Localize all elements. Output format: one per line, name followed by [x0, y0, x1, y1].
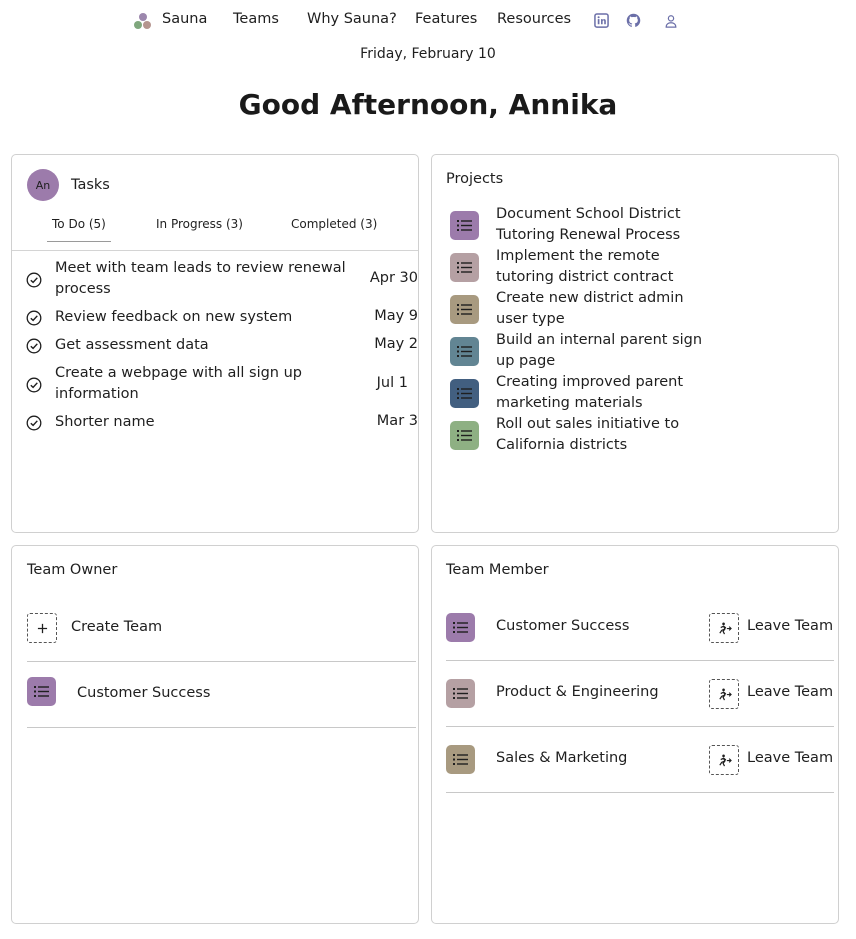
project-item[interactable]: Roll out sales initiative to California …	[496, 414, 706, 456]
task-row[interactable]: Review feedback on new system May 9	[12, 307, 418, 329]
owned-team-name[interactable]: Customer Success	[77, 685, 210, 701]
project-item[interactable]: Build an internal parent sign up page	[496, 330, 706, 372]
team-member-title: Team Member	[446, 562, 549, 578]
tasks-title: Tasks	[71, 177, 110, 193]
list-icon	[450, 211, 479, 240]
row-divider	[446, 792, 834, 793]
tabs-divider	[12, 250, 418, 251]
check-circle-icon[interactable]	[26, 338, 42, 354]
exit-run-icon	[718, 688, 732, 700]
task-title: Review feedback on new system	[55, 309, 293, 325]
project-item[interactable]: Implement the remote tutoring district c…	[496, 246, 706, 288]
nav-link-features[interactable]: Features	[415, 11, 477, 27]
projects-title: Projects	[446, 171, 504, 187]
create-team-label[interactable]: Create Team	[71, 619, 162, 635]
leave-team-button[interactable]	[709, 679, 739, 709]
tab-completed[interactable]: Completed (3)	[291, 217, 377, 231]
row-divider	[27, 661, 416, 662]
list-icon	[27, 677, 56, 706]
brand-name[interactable]: Sauna	[162, 11, 207, 27]
list-icon	[450, 421, 479, 450]
task-due-date: May 9	[374, 308, 418, 324]
top-nav: Sauna Teams Why Sauna? Features Resource…	[0, 0, 856, 42]
task-row[interactable]: Shorter name Mar 3	[12, 412, 418, 434]
leave-team-label[interactable]: Leave Team	[747, 684, 833, 700]
member-team-name: Product & Engineering	[496, 684, 659, 700]
plus-icon	[37, 623, 47, 633]
tab-todo[interactable]: To Do (5)	[52, 217, 106, 231]
nav-link-why-sauna[interactable]: Why Sauna?	[307, 11, 397, 27]
task-due-date: Jul 1	[376, 375, 408, 391]
team-member-panel: Team Member Customer Success Leave Team …	[431, 545, 839, 924]
create-team-button[interactable]	[27, 613, 57, 643]
check-circle-icon[interactable]	[26, 377, 42, 393]
list-icon	[446, 679, 475, 708]
tasks-panel: An Tasks To Do (5) In Progress (3) Compl…	[11, 154, 419, 533]
row-divider	[446, 660, 834, 661]
row-divider	[27, 727, 416, 728]
project-item[interactable]: Creating improved parent marketing mater…	[496, 372, 706, 414]
task-title: Meet with team leads to review renewal p…	[55, 260, 346, 297]
list-icon	[450, 337, 479, 366]
tab-in-progress[interactable]: In Progress (3)	[156, 217, 243, 231]
exit-run-icon	[718, 622, 732, 634]
list-icon	[450, 295, 479, 324]
sauna-logo-icon[interactable]	[134, 12, 152, 30]
list-icon	[450, 379, 479, 408]
task-due-date: Apr 30	[369, 270, 418, 286]
check-circle-icon[interactable]	[26, 272, 42, 288]
task-due-date: May 2	[374, 336, 418, 352]
team-owner-title: Team Owner	[27, 562, 118, 578]
linkedin-icon[interactable]	[594, 13, 609, 28]
task-row[interactable]: Get assessment data May 2	[12, 335, 418, 357]
list-icon	[450, 253, 479, 282]
current-date: Friday, February 10	[360, 46, 496, 62]
task-row[interactable]: Meet with team leads to review renewal p…	[12, 258, 418, 302]
task-row[interactable]: Create a webpage with all sign up inform…	[12, 363, 418, 407]
task-title: Get assessment data	[55, 337, 209, 353]
projects-panel: Projects Document School District Tutori…	[431, 154, 839, 533]
greeting-heading: Good Afternoon, Annika	[238, 88, 618, 121]
leave-team-button[interactable]	[709, 745, 739, 775]
team-owner-panel: Team Owner Create Team Customer Success	[11, 545, 419, 924]
task-title: Shorter name	[55, 414, 155, 430]
avatar[interactable]: An	[27, 169, 59, 201]
check-circle-icon[interactable]	[26, 415, 42, 431]
project-item[interactable]: Create new district admin user type	[496, 288, 706, 330]
member-team-name: Customer Success	[496, 618, 630, 634]
user-icon[interactable]	[664, 14, 678, 28]
list-icon	[446, 745, 475, 774]
task-title: Create a webpage with all sign up inform…	[55, 365, 302, 402]
nav-link-teams[interactable]: Teams	[233, 11, 279, 27]
check-circle-icon[interactable]	[26, 310, 42, 326]
list-icon	[446, 613, 475, 642]
leave-team-label[interactable]: Leave Team	[747, 750, 833, 766]
leave-team-label[interactable]: Leave Team	[747, 618, 833, 634]
leave-team-button[interactable]	[709, 613, 739, 643]
nav-link-resources[interactable]: Resources	[497, 11, 571, 27]
row-divider	[446, 726, 834, 727]
project-item[interactable]: Document School District Tutoring Renewa…	[496, 204, 706, 246]
member-team-name: Sales & Marketing	[496, 750, 628, 766]
active-tab-indicator	[47, 241, 111, 242]
task-due-date: Mar 3	[376, 413, 418, 429]
github-icon[interactable]	[626, 13, 641, 28]
exit-run-icon	[718, 754, 732, 766]
